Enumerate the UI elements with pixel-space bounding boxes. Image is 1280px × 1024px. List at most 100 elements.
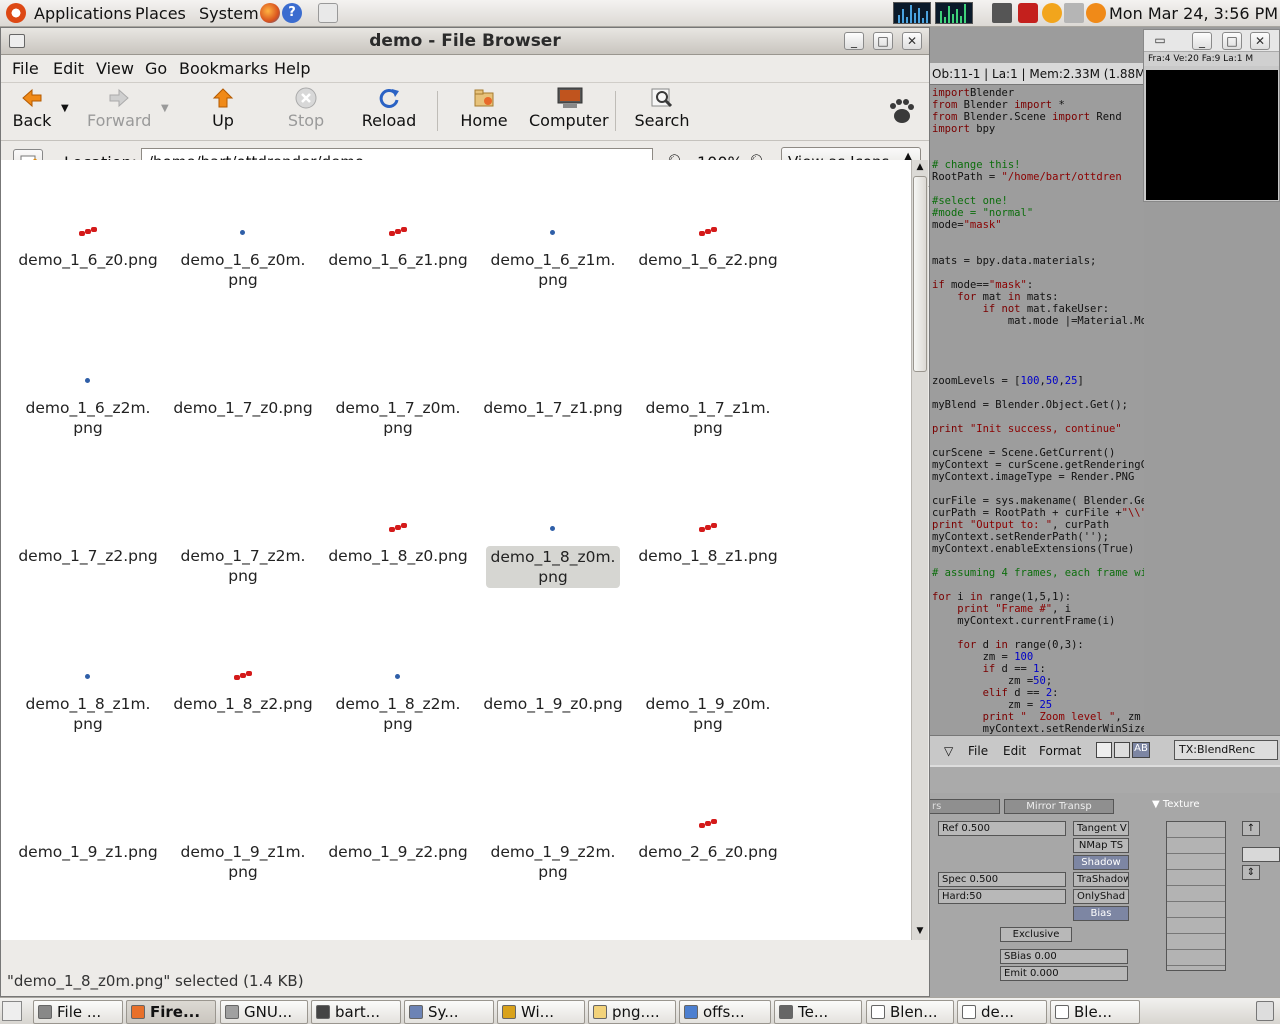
network-manager-icon[interactable] [318, 3, 338, 23]
file-item[interactable]: demo_1_7_z0m. png [323, 370, 473, 438]
ubuntu-logo-icon[interactable] [6, 3, 26, 23]
file-item[interactable]: demo_1_9_z2m. png [478, 814, 628, 882]
file-item[interactable]: demo_1_8_z0.png [323, 518, 473, 566]
places-menu[interactable]: Places [135, 4, 186, 23]
file-item[interactable]: demo_1_8_z1.png [633, 518, 783, 566]
computer-button[interactable]: Computer [529, 87, 609, 130]
trash-icon[interactable] [1256, 1001, 1274, 1021]
arrow-up-icon[interactable]: ↑ [1242, 821, 1260, 836]
file-icon-view[interactable]: demo_1_6_z0.png demo_1_6_z0m. png demo_1_6_… [1, 160, 911, 940]
vertical-scrollbar[interactable]: ▲ ▼ [911, 160, 928, 940]
shadow-button[interactable]: Shadow [1073, 855, 1129, 870]
taskbar-button[interactable]: GNU... [220, 1000, 308, 1024]
taskbar-button[interactable]: File ... [33, 1000, 123, 1024]
word-wrap-toggle-icon[interactable]: AB [1132, 742, 1150, 758]
file-item[interactable]: demo_1_9_z2.png [323, 814, 473, 862]
tangent-v-button[interactable]: Tangent V [1073, 821, 1129, 836]
taskbar-button[interactable]: Wi... [497, 1000, 585, 1024]
file-item[interactable]: demo_1_9_z1m. png [168, 814, 318, 882]
scroll-down-icon[interactable]: ▼ [914, 926, 926, 938]
file-browser-titlebar[interactable]: demo - File Browser _ □ ✕ [1, 28, 929, 55]
weather-icon[interactable] [1042, 3, 1062, 23]
home-button[interactable]: Home [459, 87, 509, 130]
show-desktop-icon[interactable] [2, 1001, 22, 1021]
file-item[interactable]: demo_1_9_z1.png [13, 814, 163, 862]
reload-button[interactable]: Reload [361, 87, 417, 130]
line-numbers-toggle-icon[interactable] [1114, 742, 1130, 758]
menu-go[interactable]: Go [145, 59, 167, 78]
clock[interactable]: Mon Mar 24, 3:56 PM [1109, 4, 1278, 23]
minimize-icon[interactable]: _ [1192, 32, 1212, 50]
file-item[interactable]: demo_1_9_z0.png [478, 666, 628, 714]
file-item[interactable]: demo_1_9_z0m. png [633, 666, 783, 734]
cpu-monitor-icon[interactable] [893, 2, 931, 24]
file-item[interactable]: demo_1_7_z0.png [168, 370, 318, 418]
applications-menu[interactable]: Applications [34, 4, 132, 23]
sbias-slider[interactable]: SBias 0.00 [1000, 949, 1128, 964]
text-block-select[interactable]: TX:BlendRenc [1174, 740, 1278, 760]
spec-slider[interactable]: Spec 0.500 [938, 872, 1066, 887]
file-item[interactable]: demo_1_6_z0.png [13, 222, 163, 270]
firefox-launcher-icon[interactable] [260, 3, 280, 23]
file-item[interactable]: demo_1_8_z2.png [168, 666, 318, 714]
panel-tab-mirror-transp[interactable]: Mirror Transp [1004, 799, 1114, 814]
close-icon[interactable]: ✕ [1250, 32, 1270, 50]
blender-text-editor[interactable]: importBlender from Blender import * from B… [928, 85, 1144, 735]
maximize-icon[interactable]: □ [873, 32, 893, 50]
fullscreen-toggle-icon[interactable] [1096, 742, 1112, 758]
text-menu-edit[interactable]: Edit [1003, 744, 1026, 758]
minimize-icon[interactable]: _ [844, 32, 864, 50]
file-item[interactable]: demo_1_7_z2.png [13, 518, 163, 566]
triangle-icon[interactable]: ▽ [944, 744, 953, 758]
onlyshad-button[interactable]: OnlyShad [1073, 889, 1129, 904]
file-item[interactable]: demo_1_7_z2m. png [168, 518, 318, 586]
menu-help[interactable]: Help [274, 59, 310, 78]
file-item[interactable]: demo_1_6_z2m. png [13, 370, 163, 438]
forward-button[interactable]: Forward [87, 87, 151, 130]
back-button[interactable]: Back [11, 87, 53, 130]
help-icon[interactable]: ? [282, 3, 302, 23]
hard-slider[interactable]: Hard:50 [938, 889, 1066, 904]
taskbar-button[interactable]: de... [957, 1000, 1047, 1024]
taskbar-button[interactable]: Te... [774, 1000, 862, 1024]
taskbar-button[interactable]: bart... [311, 1000, 401, 1024]
maximize-icon[interactable]: □ [1222, 32, 1242, 50]
text-menu-format[interactable]: Format [1039, 744, 1081, 758]
menu-bookmarks[interactable]: Bookmarks [179, 59, 268, 78]
updown-icon[interactable]: ⇕ [1242, 865, 1260, 880]
taskbar-button[interactable]: Fire... [126, 1000, 216, 1024]
texture-channel-list[interactable] [1166, 821, 1226, 971]
texture-name-field[interactable] [1242, 847, 1280, 862]
exclusive-button[interactable]: Exclusive [1000, 927, 1072, 942]
scroll-up-icon[interactable]: ▲ [914, 162, 926, 174]
up-button[interactable]: Up [205, 87, 241, 130]
file-item[interactable]: demo_1_8_z0m. png [478, 518, 628, 588]
taskbar-button[interactable]: Sy... [404, 1000, 494, 1024]
taskbar-button[interactable]: offs... [679, 1000, 771, 1024]
trashadow-button[interactable]: TraShadow [1073, 872, 1129, 887]
file-item[interactable]: demo_2_6_z0.png [633, 814, 783, 862]
update-notifier-icon[interactable] [1086, 3, 1106, 23]
ref-slider[interactable]: Ref 0.500 [938, 821, 1066, 836]
bias-button[interactable]: Bias [1073, 906, 1129, 921]
close-icon[interactable]: ✕ [902, 32, 922, 50]
forward-history-dropdown[interactable]: ▼ [161, 103, 169, 114]
stop-button[interactable]: Stop [285, 87, 327, 130]
file-item[interactable]: demo_1_7_z1.png [478, 370, 628, 418]
taskbar-button[interactable]: Blen... [866, 1000, 954, 1024]
power-icon[interactable] [1018, 3, 1038, 23]
network-monitor-icon[interactable] [935, 2, 973, 24]
file-item[interactable]: demo_1_7_z1m. png [633, 370, 783, 438]
file-item[interactable]: demo_1_6_z0m. png [168, 222, 318, 290]
window-menu-icon[interactable]: ▭ [1150, 32, 1170, 50]
volume-icon[interactable] [1064, 3, 1084, 23]
menu-edit[interactable]: Edit [53, 59, 84, 78]
screen-icon[interactable] [992, 3, 1012, 23]
file-item[interactable]: demo_1_6_z1m. png [478, 222, 628, 290]
taskbar-button[interactable]: Ble... [1050, 1000, 1140, 1024]
taskbar-button[interactable]: png.... [588, 1000, 676, 1024]
system-menu[interactable]: System [199, 4, 259, 23]
file-item[interactable]: demo_1_6_z2.png [633, 222, 783, 270]
emit-slider[interactable]: Emit 0.000 [1000, 966, 1128, 981]
back-history-dropdown[interactable]: ▼ [61, 103, 69, 114]
